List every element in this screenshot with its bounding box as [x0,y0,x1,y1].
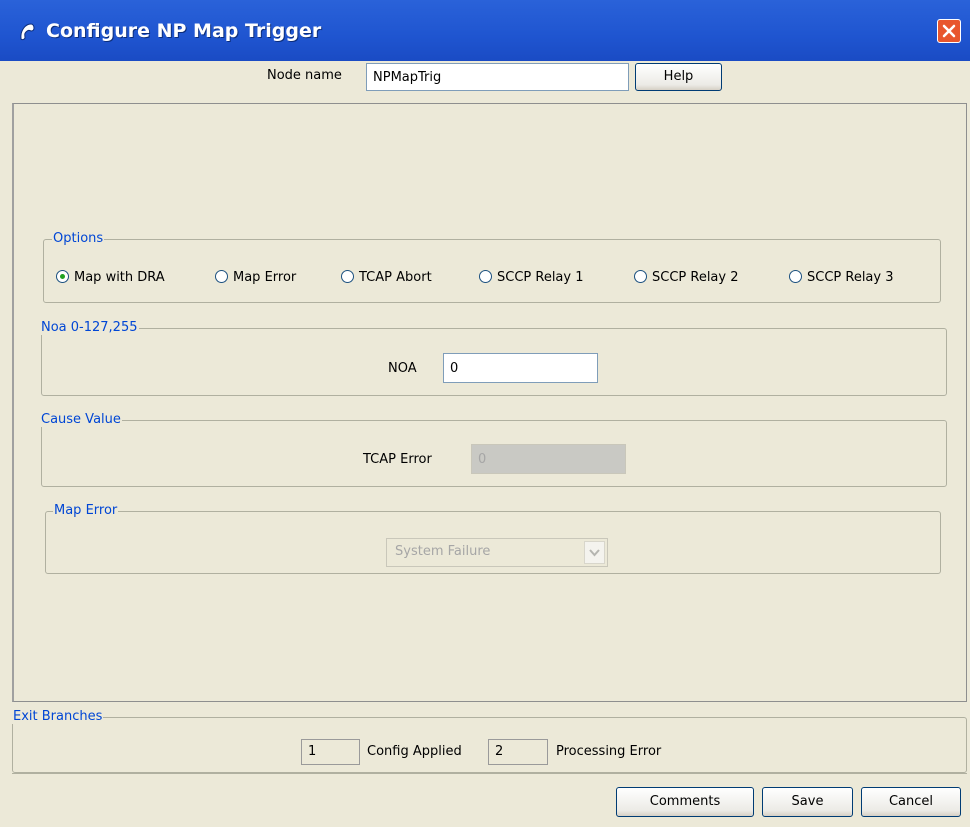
radio-label: TCAP Abort [359,270,432,285]
radio-label: Map with DRA [74,270,165,285]
noa-input[interactable] [443,353,598,383]
exit-branch-number: 1 [301,739,360,765]
radio-map-error[interactable]: Map Error [215,270,296,285]
options-legend: Options [52,231,105,246]
radio-indicator-selected [56,270,69,283]
node-name-input[interactable] [366,63,629,91]
title-bar: Configure NP Map Trigger [0,0,970,61]
map-error-legend: Map Error [53,503,119,518]
radio-sccp-relay-1[interactable]: SCCP Relay 1 [479,270,584,285]
radio-label: Map Error [233,270,297,285]
radio-sccp-relay-3[interactable]: SCCP Relay 3 [789,270,894,285]
radio-indicator [634,270,647,283]
chevron-down-icon [584,541,605,564]
radio-sccp-relay-2[interactable]: SCCP Relay 2 [634,270,739,285]
radio-indicator [479,270,492,283]
main-panel [12,103,967,702]
close-x-icon [942,24,956,38]
window-title: Configure NP Map Trigger [46,20,322,42]
radio-label: SCCP Relay 3 [807,270,894,285]
map-error-select[interactable]: System Failure [386,538,608,567]
cancel-button[interactable]: Cancel [861,787,961,817]
radio-label: SCCP Relay 1 [497,270,584,285]
radio-tcap-abort[interactable]: TCAP Abort [341,270,432,285]
phone-handset-icon [20,23,35,41]
close-button[interactable] [937,19,961,43]
radio-map-with-dra[interactable]: Map with DRA [56,270,165,285]
radio-indicator [341,270,354,283]
radio-indicator [215,270,228,283]
exit-branch-label: Config Applied [367,744,462,759]
map-error-selected-value: System Failure [395,544,491,559]
help-button[interactable]: Help [635,63,722,91]
noa-legend: Noa 0-127,255 [40,320,139,335]
exit-branches-legend: Exit Branches [12,709,104,724]
noa-label: NOA [388,361,417,376]
exit-branch-label: Processing Error [556,744,662,759]
save-button[interactable]: Save [762,787,853,817]
comments-button[interactable]: Comments [616,787,754,817]
radio-indicator [789,270,802,283]
radio-label: SCCP Relay 2 [652,270,739,285]
exit-branch-number: 2 [488,739,548,765]
node-name-label: Node name [267,68,342,83]
cause-value-legend: Cause Value [40,412,122,427]
tcap-error-label: TCAP Error [363,452,432,467]
tcap-error-input[interactable] [471,444,626,474]
